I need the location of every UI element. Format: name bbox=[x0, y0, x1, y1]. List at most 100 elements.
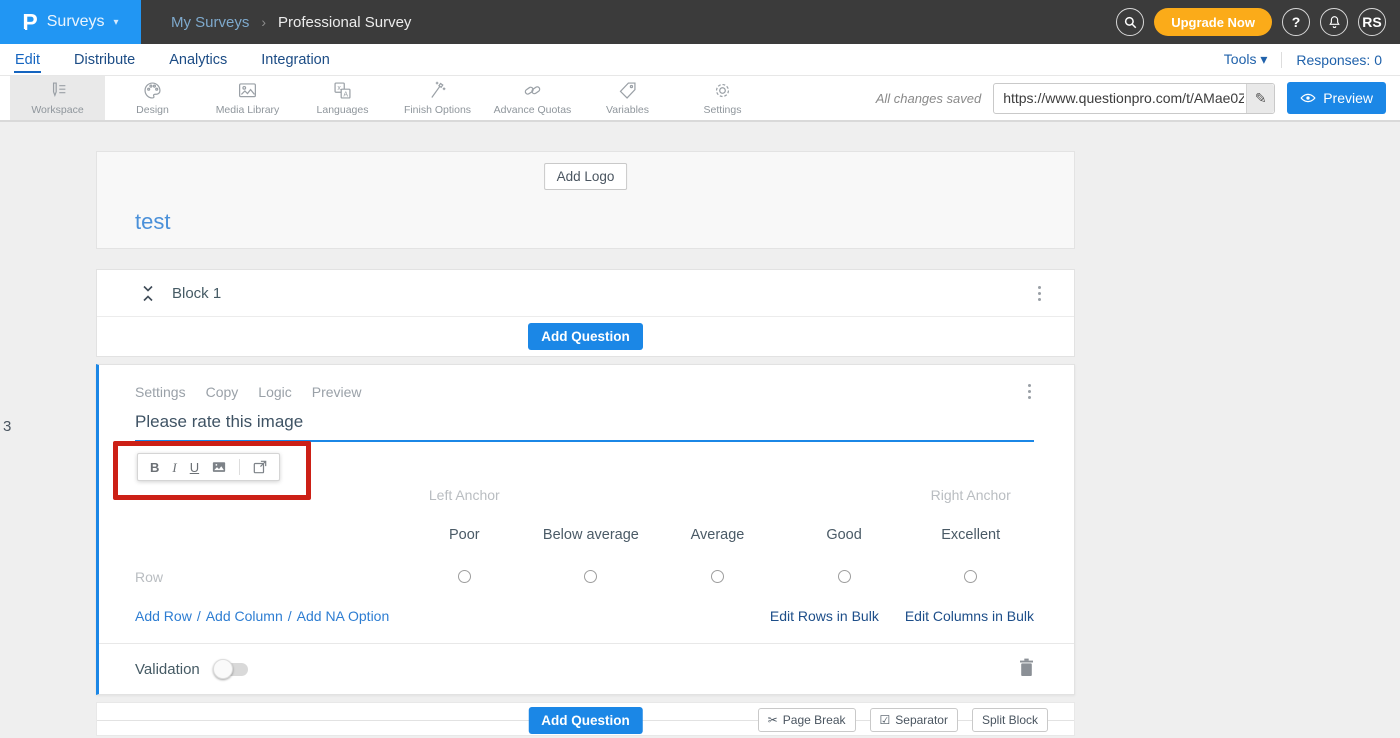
question-menu-button[interactable] bbox=[1025, 381, 1034, 402]
divider bbox=[1281, 52, 1282, 68]
svg-text:A: A bbox=[343, 91, 348, 98]
add-row-link[interactable]: Add Row bbox=[135, 608, 192, 624]
preview-button[interactable]: Preview bbox=[1287, 82, 1386, 114]
page-break-button[interactable]: ✂ Page Break bbox=[758, 708, 856, 732]
survey-url-input[interactable] bbox=[993, 83, 1275, 114]
question-actions: Settings Copy Logic Preview bbox=[135, 383, 1034, 400]
right-anchor-field[interactable]: Right Anchor bbox=[907, 487, 1034, 503]
radio-button[interactable] bbox=[584, 570, 597, 583]
responses-count[interactable]: Responses: 0 bbox=[1296, 52, 1382, 68]
user-avatar[interactable]: RS bbox=[1358, 8, 1386, 36]
underline-button[interactable]: U bbox=[190, 461, 199, 474]
column-header[interactable]: Below average bbox=[528, 527, 655, 543]
radio-button[interactable] bbox=[964, 570, 977, 583]
validation-toggle[interactable] bbox=[214, 663, 248, 676]
question-settings-link[interactable]: Settings bbox=[135, 384, 186, 400]
scissors-icon: ✂ bbox=[768, 713, 778, 727]
validation-row: Validation bbox=[135, 644, 1034, 694]
tag-icon bbox=[617, 80, 638, 101]
checkbox-icon: ☑ bbox=[880, 713, 891, 727]
tools-dropdown[interactable]: Tools ▾ bbox=[1224, 51, 1268, 68]
breadcrumb: My Surveys › Professional Survey bbox=[171, 14, 411, 31]
question-logic-link[interactable]: Logic bbox=[258, 384, 291, 400]
question-number: 3 bbox=[3, 418, 11, 435]
column-header[interactable]: Excellent bbox=[907, 527, 1034, 543]
toolbar-item-design[interactable]: Design bbox=[105, 76, 200, 120]
column-header[interactable]: Good bbox=[781, 527, 908, 543]
add-logo-button[interactable]: Add Logo bbox=[544, 163, 628, 190]
save-status: All changes saved bbox=[876, 91, 982, 106]
radio-button[interactable] bbox=[711, 570, 724, 583]
question-preview-link[interactable]: Preview bbox=[312, 384, 362, 400]
toolbar-item-languages[interactable]: xA Languages bbox=[295, 76, 390, 120]
toolbar-item-finish-options[interactable]: Finish Options bbox=[390, 76, 485, 120]
toggle-knob bbox=[213, 659, 233, 679]
left-anchor-field[interactable]: Left Anchor bbox=[401, 487, 528, 503]
column-headers-row: Poor Below average Average Good Excellen… bbox=[135, 526, 1034, 544]
column-header[interactable]: Average bbox=[654, 527, 781, 543]
collapse-block-button[interactable] bbox=[141, 285, 155, 302]
italic-button[interactable]: I bbox=[172, 461, 176, 474]
question-text-underline bbox=[135, 440, 1034, 442]
add-question-button-bottom[interactable]: Add Question bbox=[528, 707, 643, 734]
block-tools-group: ✂ Page Break ☑ Separator Split Block bbox=[758, 708, 1048, 732]
toolbar-item-settings[interactable]: Settings bbox=[675, 76, 770, 120]
radio-button[interactable] bbox=[458, 570, 471, 583]
tab-analytics[interactable]: Analytics bbox=[168, 46, 228, 73]
block-name[interactable]: Block 1 bbox=[172, 285, 221, 302]
preview-button-label: Preview bbox=[1323, 90, 1373, 106]
anchors-row: Left Anchor Right Anchor bbox=[135, 486, 1034, 504]
toolbar-item-variables[interactable]: Variables bbox=[580, 76, 675, 120]
add-column-link[interactable]: Add Column bbox=[206, 608, 283, 624]
breadcrumb-my-surveys[interactable]: My Surveys bbox=[171, 14, 249, 31]
trash-icon bbox=[1019, 658, 1034, 676]
block-menu-button[interactable] bbox=[1035, 283, 1044, 304]
delete-question-button[interactable] bbox=[1019, 658, 1034, 681]
upgrade-now-button[interactable]: Upgrade Now bbox=[1154, 8, 1272, 36]
insert-image-button[interactable] bbox=[212, 460, 226, 474]
radio-button[interactable] bbox=[838, 570, 851, 583]
topbar-actions: Upgrade Now ? RS bbox=[1116, 8, 1400, 36]
edit-rows-bulk-link[interactable]: Edit Rows in Bulk bbox=[770, 608, 879, 624]
add-question-strip: Add Question ✂ Page Break ☑ Separator Sp… bbox=[96, 702, 1075, 736]
toolbar-item-advance-quotas[interactable]: Advance Quotas bbox=[485, 76, 580, 120]
search-icon bbox=[1123, 15, 1138, 30]
edit-columns-bulk-link[interactable]: Edit Columns in Bulk bbox=[905, 608, 1034, 624]
editor-toolbar: Workspace Design Media Library xA Langua… bbox=[0, 76, 1400, 122]
question-copy-link[interactable]: Copy bbox=[206, 384, 239, 400]
block-card: Block 1 Add Question bbox=[96, 269, 1075, 357]
insert-link-button[interactable] bbox=[253, 460, 267, 474]
toolbar-item-media-library[interactable]: Media Library bbox=[200, 76, 295, 120]
questionpro-logo-icon: P bbox=[22, 11, 37, 34]
tab-edit[interactable]: Edit bbox=[14, 46, 41, 73]
add-question-row-top: Add Question bbox=[97, 317, 1074, 356]
chevron-down-icon: ▾ bbox=[114, 17, 119, 28]
page-break-label: Page Break bbox=[783, 713, 846, 727]
tab-distribute[interactable]: Distribute bbox=[73, 46, 136, 73]
add-na-option-link[interactable]: Add NA Option bbox=[297, 608, 390, 624]
palette-icon bbox=[142, 80, 163, 101]
tab-integration[interactable]: Integration bbox=[260, 46, 331, 73]
survey-title[interactable]: test bbox=[135, 209, 170, 235]
survey-nav-bar: Edit Distribute Analytics Integration To… bbox=[0, 44, 1400, 76]
search-button[interactable] bbox=[1116, 8, 1144, 36]
survey-url-wrap: ✎ bbox=[993, 83, 1275, 114]
question-text[interactable]: Please rate this image bbox=[135, 412, 1034, 434]
translate-icon: xA bbox=[332, 80, 353, 101]
toolbar-item-label: Languages bbox=[317, 104, 369, 116]
bell-icon bbox=[1327, 14, 1342, 30]
edit-url-button[interactable]: ✎ bbox=[1246, 84, 1274, 113]
add-question-button-top[interactable]: Add Question bbox=[528, 323, 643, 350]
image-icon bbox=[237, 80, 258, 101]
column-header[interactable]: Poor bbox=[401, 527, 528, 543]
block-header: Block 1 bbox=[97, 270, 1074, 317]
row-label-field[interactable]: Row bbox=[135, 569, 401, 585]
toolbar-item-workspace[interactable]: Workspace bbox=[10, 76, 105, 120]
product-switcher[interactable]: P Surveys ▾ bbox=[0, 0, 141, 44]
bold-button[interactable]: B bbox=[150, 461, 159, 474]
separator-button[interactable]: ☑ Separator bbox=[870, 708, 958, 732]
notifications-button[interactable] bbox=[1320, 8, 1348, 36]
split-block-button[interactable]: Split Block bbox=[972, 708, 1048, 732]
help-button[interactable]: ? bbox=[1282, 8, 1310, 36]
divider bbox=[239, 459, 240, 475]
